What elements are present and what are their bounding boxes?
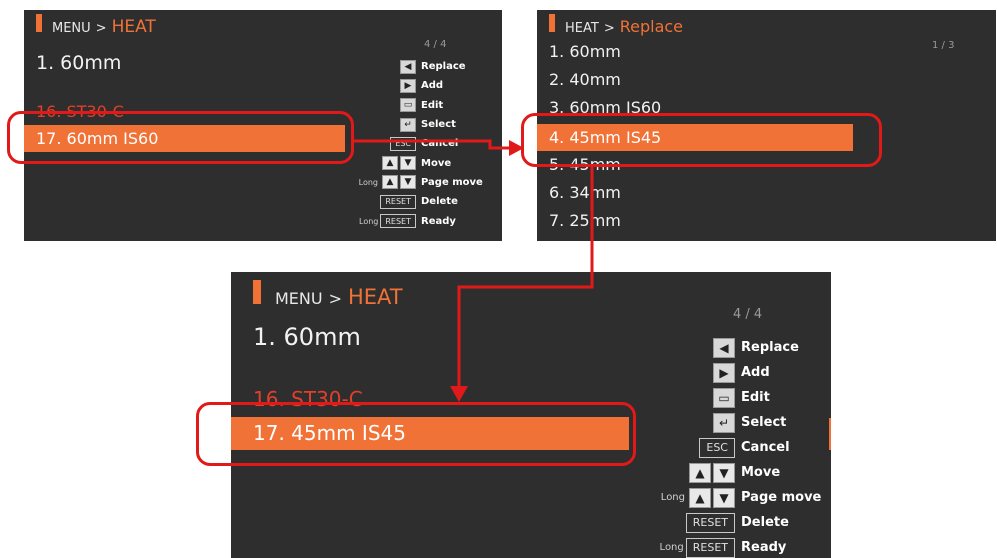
- flow-arrows: [354, 139, 594, 402]
- arrow-to-result-screen: [450, 167, 594, 402]
- arrow-to-replace-screen: [354, 139, 524, 156]
